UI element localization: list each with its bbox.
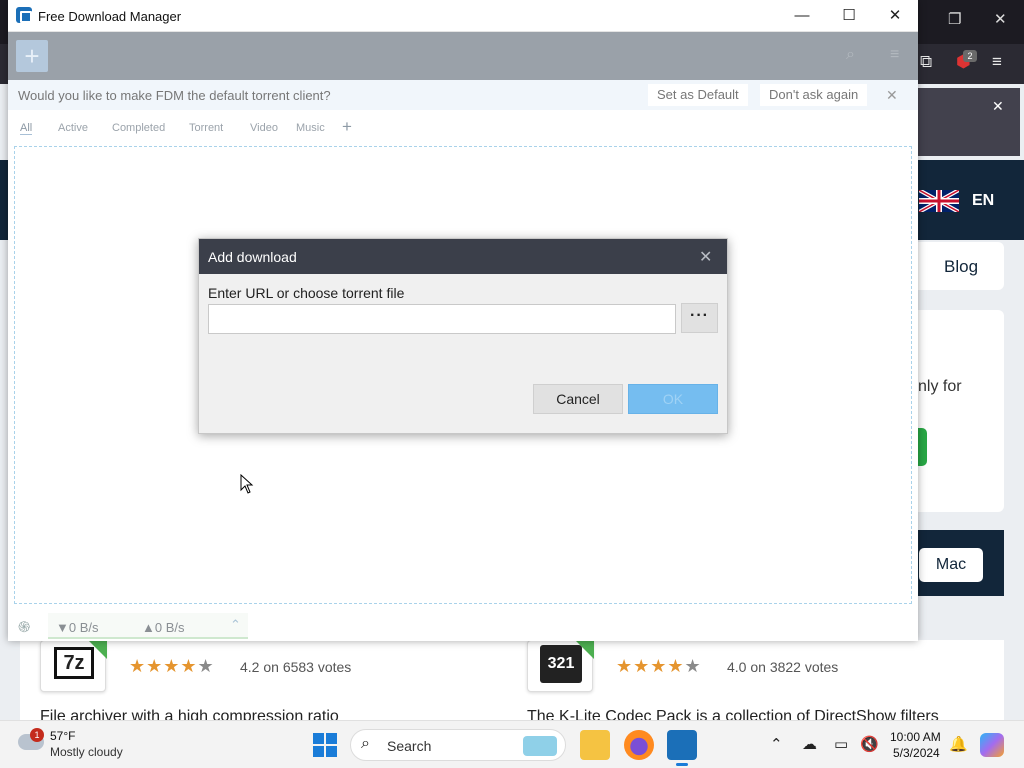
weather-condition[interactable]: Mostly cloudy — [50, 745, 123, 759]
dialog-header: Add download ✕ — [199, 239, 727, 274]
filter-active[interactable]: Active — [58, 122, 88, 134]
volume-muted-icon[interactable]: 🔇 — [860, 735, 879, 753]
fdm-taskbar-icon[interactable] — [667, 730, 697, 766]
chevron-up-icon[interactable]: ⌃ — [770, 735, 783, 753]
window-title: Free Download Manager — [38, 9, 182, 24]
start-button[interactable] — [313, 733, 337, 757]
search-highlight-icon — [523, 736, 557, 756]
display-icon[interactable]: ▭ — [834, 735, 848, 753]
copilot-icon[interactable] — [980, 733, 1004, 757]
filter-video[interactable]: Video — [250, 122, 278, 134]
download-speed: ▼0 B/s — [56, 620, 99, 635]
maximize-icon[interactable]: ☐ — [837, 4, 861, 28]
rating-votes: 4.0 on 3822 votes — [727, 659, 839, 675]
app-icon-klite[interactable]: 321 — [527, 640, 594, 692]
notification-bell-icon[interactable]: 🔔 — [949, 735, 968, 753]
fdm-titlebar: Free Download Manager — ☐ ✕ — [8, 0, 918, 32]
cancel-button[interactable]: Cancel — [533, 384, 623, 414]
dialog-title: Add download — [208, 249, 297, 265]
extension-badge: 2 — [963, 50, 977, 62]
add-filter-icon[interactable]: + — [342, 117, 352, 137]
menu-icon[interactable]: ≡ — [890, 46, 899, 64]
fdm-toolbar: + ⌕ ≡ — [8, 32, 918, 80]
clock-date[interactable]: 5/3/2024 — [893, 746, 940, 760]
site-card — [918, 310, 1004, 512]
filter-torrent[interactable]: Torrent — [189, 122, 223, 134]
search-label: Search — [387, 738, 432, 754]
browse-button[interactable]: ··· — [681, 303, 718, 333]
filter-tabs: All Active Completed Torrent Video Music… — [8, 112, 918, 142]
close-icon[interactable]: ✕ — [994, 10, 1007, 28]
prompt-question: Would you like to make FDM the default t… — [18, 88, 331, 103]
filter-all[interactable]: All — [20, 122, 33, 135]
rating-votes: 4.2 on 6583 votes — [240, 659, 352, 675]
filter-music[interactable]: Music — [296, 122, 325, 134]
ok-button[interactable]: OK — [628, 384, 718, 414]
language-label[interactable]: EN — [972, 192, 994, 210]
set-as-default-button[interactable]: Set as Default — [648, 84, 748, 106]
search-icon: ⌕ — [361, 735, 370, 752]
download-button-partial[interactable] — [918, 428, 927, 466]
weather-badge: 1 — [30, 728, 44, 742]
rating-stars: ★★★★★ — [129, 656, 215, 676]
url-input[interactable] — [208, 304, 676, 334]
extensions-icon[interactable]: ⧉ — [920, 52, 932, 72]
chevron-up-icon[interactable]: ⌃ — [230, 617, 241, 633]
default-client-prompt: Would you like to make FDM the default t… — [8, 80, 918, 110]
restore-icon[interactable]: ❐ — [948, 10, 961, 28]
app-icon-label: 7z — [54, 647, 94, 679]
upload-speed: ▲0 B/s — [142, 620, 185, 635]
fdm-logo-icon — [16, 7, 32, 23]
app-description[interactable]: The K-Lite Codec Pack is a collection of… — [527, 708, 939, 720]
dialog-close-icon[interactable]: ✕ — [699, 247, 712, 267]
status-bar: ֍ ▼0 B/s ▲0 B/s ⌃ — [8, 611, 918, 641]
menu-icon[interactable]: ≡ — [992, 52, 1002, 72]
dont-ask-again-button[interactable]: Don't ask again — [760, 84, 868, 106]
add-download-button[interactable]: + — [16, 40, 48, 72]
minimize-icon[interactable]: — — [790, 4, 814, 28]
add-download-dialog: Add download ✕ Enter URL or choose torre… — [198, 238, 728, 434]
firefox-icon[interactable] — [624, 730, 654, 760]
filter-completed[interactable]: Completed — [112, 122, 165, 134]
app-description[interactable]: File archiver with a high compression ra… — [40, 708, 339, 720]
prompt-close-icon[interactable]: ✕ — [886, 87, 898, 104]
taskbar: 1 57°F Mostly cloudy ⌕ Search ⌃ ☁ ▭ 🔇 10… — [0, 720, 1024, 768]
app-icon-7zip[interactable]: 7z — [40, 640, 107, 692]
close-icon[interactable]: ✕ — [883, 4, 907, 28]
speed-area: ▼0 B/s ▲0 B/s — [48, 613, 248, 639]
app-icon-label: 321 — [540, 645, 582, 683]
blog-link[interactable]: Blog — [918, 242, 1004, 290]
rating-stars: ★★★★★ — [616, 656, 702, 676]
onedrive-icon[interactable]: ☁ — [802, 735, 817, 753]
mouse-cursor-icon — [240, 474, 254, 494]
card-text: nly for — [918, 378, 962, 395]
notification-close-icon[interactable]: ✕ — [992, 98, 1004, 115]
search-icon[interactable]: ⌕ — [846, 46, 855, 64]
snail-mode-icon[interactable]: ֍ — [18, 617, 30, 637]
weather-temperature[interactable]: 57°F — [50, 729, 75, 743]
browser-notification-bar: ✕ — [918, 88, 1020, 156]
taskbar-search[interactable]: ⌕ Search — [350, 729, 566, 761]
uk-flag-icon[interactable] — [919, 190, 959, 212]
file-explorer-icon[interactable] — [580, 730, 610, 760]
clock-time[interactable]: 10:00 AM — [890, 730, 941, 744]
mac-button[interactable]: Mac — [919, 548, 983, 582]
url-label: Enter URL or choose torrent file — [208, 285, 405, 301]
